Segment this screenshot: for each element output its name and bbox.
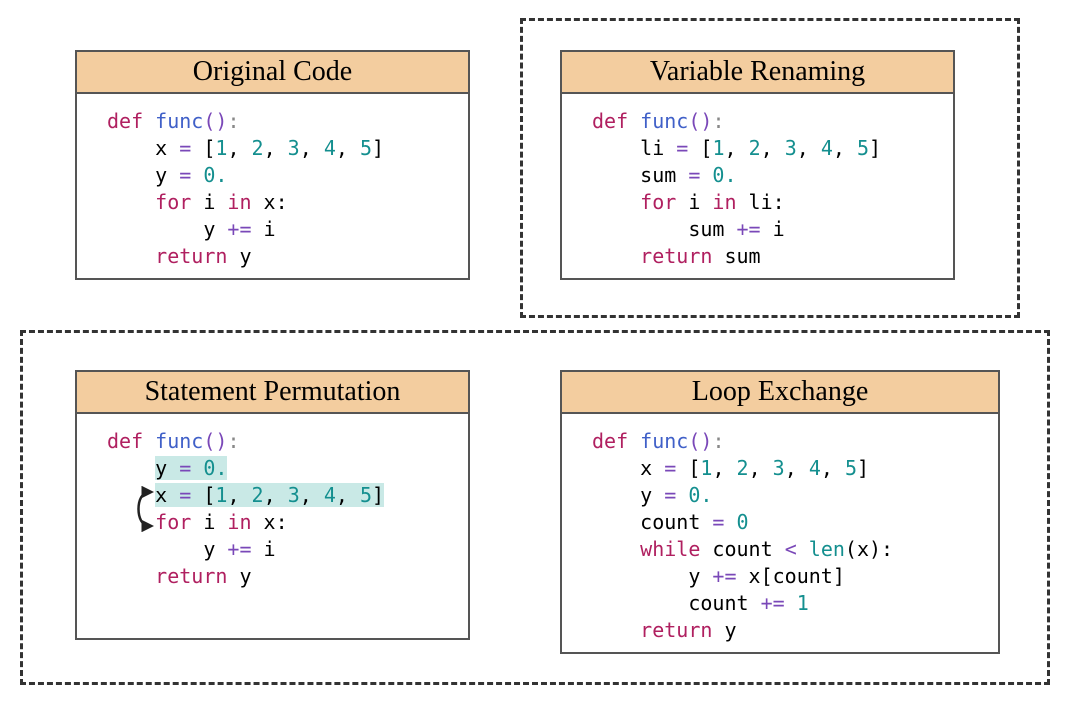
code-block: def func(): x = [1, 2, 3, 4, 5] y = 0. f… xyxy=(107,108,462,270)
panel-title: Variable Renaming xyxy=(562,52,953,94)
panel-body: def func(): x = [1, 2, 3, 4, 5] y = 0. f… xyxy=(77,94,468,278)
panel-body: def func(): li = [1, 2, 3, 4, 5] sum = 0… xyxy=(562,94,953,278)
diagram-canvas: Original Code def func(): x = [1, 2, 3, … xyxy=(0,0,1080,711)
code-block: def func(): y = 0. x = [1, 2, 3, 4, 5] f… xyxy=(107,428,462,590)
panel-body: def func(): y = 0. x = [1, 2, 3, 4, 5] f… xyxy=(77,414,468,598)
code-block: def func(): li = [1, 2, 3, 4, 5] sum = 0… xyxy=(592,108,947,270)
panel-loop-exchange: Loop Exchange def func(): x = [1, 2, 3, … xyxy=(560,370,1000,654)
panel-title: Statement Permutation xyxy=(77,372,468,414)
panel-statement-permutation: Statement Permutation def func(): y = 0.… xyxy=(75,370,470,640)
panel-variable-renaming: Variable Renaming def func(): li = [1, 2… xyxy=(560,50,955,280)
panel-title: Loop Exchange xyxy=(562,372,998,414)
panel-title: Original Code xyxy=(77,52,468,94)
panel-original-code: Original Code def func(): x = [1, 2, 3, … xyxy=(75,50,470,280)
panel-body: def func(): x = [1, 2, 3, 4, 5] y = 0. c… xyxy=(562,414,998,652)
code-block: def func(): x = [1, 2, 3, 4, 5] y = 0. c… xyxy=(592,428,992,644)
